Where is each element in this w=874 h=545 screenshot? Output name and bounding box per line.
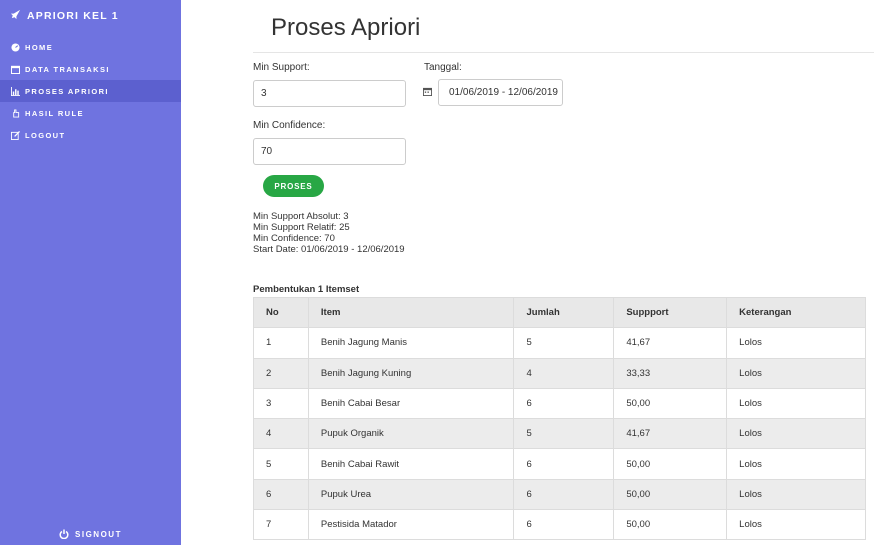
info-min-support-relatif: Min Support Relatif: 25: [253, 222, 350, 233]
info-min-confidence: Min Confidence: 70: [253, 233, 335, 244]
sidebar-item-data-transaksi[interactable]: DATA TRANSAKSI: [0, 58, 181, 80]
page-title: Proses Apriori: [271, 14, 421, 41]
header-jumlah: Jumlah: [513, 296, 615, 329]
cell-keterangan: Lolos: [726, 387, 866, 420]
brand[interactable]: APRIORI KEL 1: [0, 0, 181, 32]
cell-support: 50,00: [613, 509, 728, 541]
cell-support: 41,67: [613, 327, 728, 359]
tanggal-daterange-input[interactable]: 01/06/2019 - 12/06/2019: [438, 79, 563, 106]
sidebar-item-label: HASIL RULE: [25, 108, 84, 118]
table-row: 1 Benih Jagung Manis 5 41,67 Lolos: [253, 327, 866, 359]
cell-item: Pestisida Matador: [307, 509, 515, 541]
min-support-input[interactable]: [253, 80, 406, 107]
dashboard-icon: [10, 42, 20, 52]
signout-label: SIGNOUT: [75, 529, 122, 539]
cell-keterangan: Lolos: [726, 327, 866, 359]
calendar-icon: [10, 64, 20, 74]
info-start-date: Start Date: 01/06/2019 - 12/06/2019: [253, 244, 405, 255]
cell-no: 7: [253, 509, 309, 541]
table-row: 5 Benih Cabai Rawit 6 50,00 Lolos: [253, 448, 866, 480]
cell-item: Benih Cabai Rawit: [307, 448, 515, 480]
table-row: 4 Pupuk Organik 5 41,67 Lolos: [253, 418, 866, 450]
cell-jumlah: 6: [513, 448, 615, 480]
sidebar-item-proses-apriori[interactable]: PROSES APRIORI: [0, 80, 181, 102]
cell-support: 50,00: [613, 478, 728, 511]
sidebar-item-label: DATA TRANSAKSI: [25, 64, 110, 74]
cell-jumlah: 5: [513, 418, 615, 450]
tanggal-label: Tanggal:: [424, 62, 462, 73]
sidebar-menu: HOME DATA TRANSAKSI PROSES APRIORI HASIL…: [0, 36, 181, 146]
min-confidence-input[interactable]: [253, 138, 406, 165]
cell-no: 3: [253, 387, 309, 420]
cell-keterangan: Lolos: [726, 448, 866, 480]
power-icon: [59, 529, 69, 539]
cell-jumlah: 5: [513, 327, 615, 359]
bar-chart-icon: [10, 86, 20, 96]
title-divider: [253, 52, 874, 53]
min-confidence-label: Min Confidence:: [253, 120, 326, 131]
cell-jumlah: 6: [513, 509, 615, 541]
cell-support: 33,33: [613, 357, 728, 389]
cell-no: 4: [253, 418, 309, 450]
result-info: Min Support Absolut: 3 Min Support Relat…: [253, 211, 405, 255]
cell-jumlah: 6: [513, 478, 615, 511]
cell-support: 50,00: [613, 387, 728, 420]
sidebar-item-label: HOME: [25, 42, 54, 52]
signout-button[interactable]: SIGNOUT: [0, 523, 181, 545]
table-header-row: No Item Jumlah Suppport Keterangan: [253, 296, 866, 329]
sidebar: APRIORI KEL 1 HOME DATA TRANSAKSI PROSES…: [0, 0, 181, 545]
table-row: 2 Benih Jagung Kuning 4 33,33 Lolos: [253, 357, 866, 389]
cell-item: Benih Jagung Kuning: [307, 357, 515, 389]
cell-keterangan: Lolos: [726, 418, 866, 450]
rocket-icon: [10, 9, 21, 23]
min-support-label: Min Support:: [253, 62, 310, 73]
cell-item: Benih Cabai Besar: [307, 387, 515, 420]
sidebar-item-logout[interactable]: LOGOUT: [0, 124, 181, 146]
cell-support: 41,67: [613, 418, 728, 450]
cell-keterangan: Lolos: [726, 509, 866, 541]
cell-no: 2: [253, 357, 309, 389]
cell-item: Benih Jagung Manis: [307, 327, 515, 359]
cell-keterangan: Lolos: [726, 478, 866, 511]
calendar-icon: [423, 83, 432, 96]
edit-icon: [10, 130, 20, 140]
itemset-title: Pembentukan 1 Itemset: [253, 284, 360, 295]
table-row: 7 Pestisida Matador 6 50,00 Lolos: [253, 509, 866, 541]
sidebar-item-label: LOGOUT: [25, 130, 66, 140]
main-content: Proses Apriori Min Support: Tanggal: 01/…: [181, 0, 874, 545]
cell-jumlah: 4: [513, 357, 615, 389]
tanggal-value: 01/06/2019 - 12/06/2019: [449, 87, 558, 98]
sidebar-item-label: PROSES APRIORI: [25, 86, 109, 96]
info-min-support-absolut: Min Support Absolut: 3: [253, 211, 349, 222]
hand-pointer-icon: [10, 108, 20, 118]
cell-no: 6: [253, 478, 309, 511]
table-row: 6 Pupuk Urea 6 50,00 Lolos: [253, 478, 866, 511]
cell-keterangan: Lolos: [726, 357, 866, 389]
sidebar-item-home[interactable]: HOME: [0, 36, 181, 58]
table-row: 3 Benih Cabai Besar 6 50,00 Lolos: [253, 387, 866, 420]
sidebar-item-hasil-rule[interactable]: HASIL RULE: [0, 102, 181, 124]
cell-jumlah: 6: [513, 387, 615, 420]
cell-no: 1: [253, 327, 309, 359]
header-item: Item: [307, 296, 515, 329]
cell-no: 5: [253, 448, 309, 480]
cell-item: Pupuk Organik: [307, 418, 515, 450]
header-keterangan: Keterangan: [726, 296, 866, 329]
brand-title: APRIORI KEL 1: [27, 10, 119, 22]
cell-support: 50,00: [613, 448, 728, 480]
header-no: No: [253, 296, 309, 329]
itemset-table: No Item Jumlah Suppport Keterangan 1 Ben…: [253, 296, 866, 541]
cell-item: Pupuk Urea: [307, 478, 515, 511]
header-support: Suppport: [613, 296, 728, 329]
proses-button[interactable]: PROSES: [263, 175, 324, 197]
